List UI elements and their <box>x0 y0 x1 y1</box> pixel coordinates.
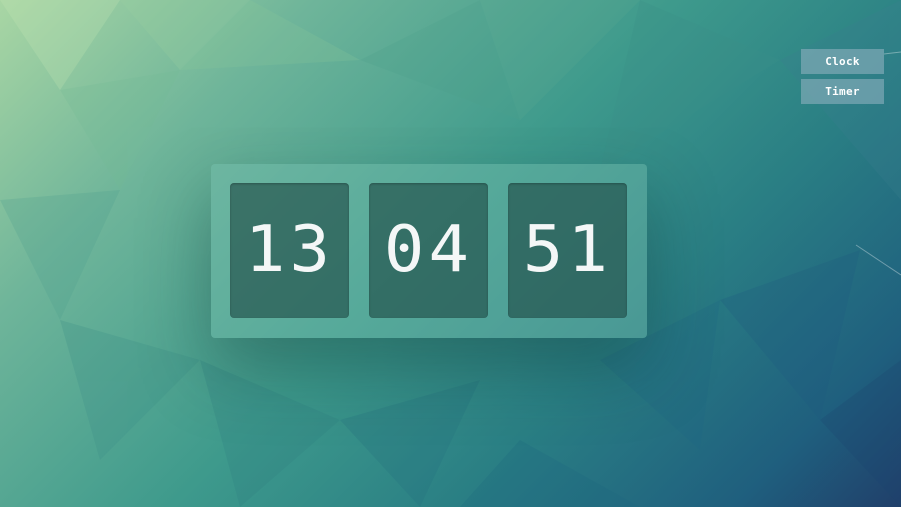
minutes-value: 04 <box>383 213 474 287</box>
seconds-value: 51 <box>522 213 613 287</box>
timer-mode-button[interactable]: Timer <box>801 79 884 104</box>
hours-card: 13 <box>230 183 349 318</box>
seconds-card: 51 <box>508 183 627 318</box>
clock-mode-button[interactable]: Clock <box>801 49 884 74</box>
hours-value: 13 <box>244 213 335 287</box>
minutes-card: 04 <box>369 183 488 318</box>
mode-switcher: Clock Timer <box>801 49 884 109</box>
clock-display-panel: 13 04 51 <box>211 164 647 338</box>
